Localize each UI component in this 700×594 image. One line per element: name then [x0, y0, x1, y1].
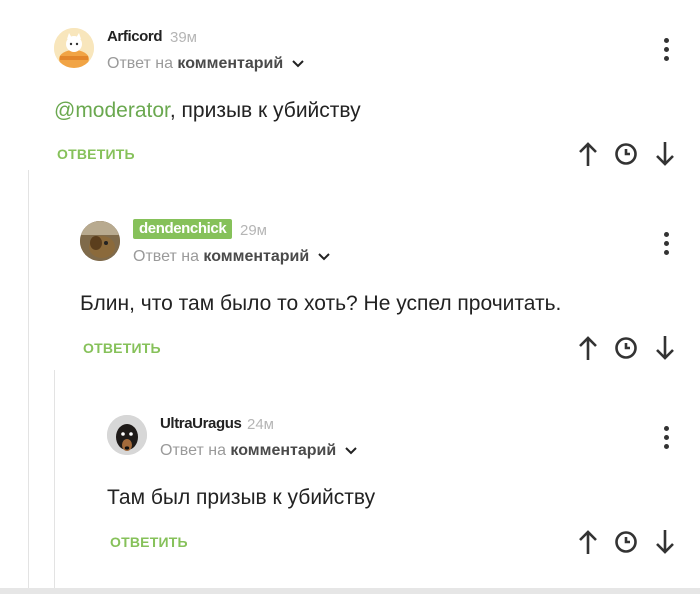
comment-text: Там был призыв к убийству — [107, 486, 376, 509]
reply-to-target[interactable]: комментарий — [230, 442, 336, 459]
avatar[interactable] — [107, 415, 147, 455]
author-name[interactable]: Arficord — [107, 28, 163, 46]
reply-to-prefix: Ответ на — [133, 248, 199, 265]
chevron-down-icon[interactable] — [344, 447, 357, 455]
arrow-down-icon[interactable] — [655, 529, 675, 555]
cat-cartoon-avatar-icon — [54, 28, 94, 68]
avatar[interactable] — [80, 221, 120, 261]
reply-to-prefix: Ответ на — [160, 442, 226, 459]
reply-to[interactable]: Ответ на комментарий — [133, 247, 330, 267]
arrow-up-icon[interactable] — [578, 529, 598, 555]
comment: dendenchick 29м Ответ на комментарий Бли… — [80, 219, 700, 371]
reply-button[interactable]: ОТВЕТИТЬ — [110, 534, 188, 550]
more-options-icon[interactable] — [656, 36, 676, 64]
reply-to[interactable]: Ответ на комментарий — [160, 441, 357, 461]
arrow-down-icon[interactable] — [655, 335, 675, 361]
comment: Arficord 39м Ответ на комментарий @moder… — [54, 28, 700, 178]
author-name[interactable]: dendenchick — [133, 219, 233, 239]
timestamp: 29м — [240, 222, 267, 239]
dog-photo-avatar-icon — [80, 221, 120, 261]
reply-to-prefix: Ответ на — [107, 55, 173, 72]
clock-icon[interactable] — [614, 336, 638, 360]
chevron-down-icon[interactable] — [291, 60, 304, 68]
reply-to-target[interactable]: комментарий — [203, 248, 309, 265]
mention-link[interactable]: @moderator — [54, 99, 170, 122]
arrow-down-icon[interactable] — [655, 141, 675, 167]
comment-body: , призыв к убийству — [169, 99, 361, 122]
dachshund-photo-avatar-icon — [107, 415, 147, 455]
bottom-divider — [0, 588, 700, 594]
reply-to[interactable]: Ответ на комментарий — [107, 54, 304, 74]
author-name[interactable]: UltraUragus — [160, 415, 242, 433]
comment-text: @moderator, призыв к убийству — [54, 98, 361, 124]
clock-icon[interactable] — [614, 530, 638, 554]
thread-line — [54, 370, 55, 594]
arrow-up-icon[interactable] — [578, 335, 598, 361]
arrow-up-icon[interactable] — [578, 141, 598, 167]
clock-icon[interactable] — [614, 142, 638, 166]
reply-to-target[interactable]: комментарий — [177, 55, 283, 72]
timestamp: 39м — [170, 29, 197, 46]
reply-button[interactable]: ОТВЕТИТЬ — [57, 146, 135, 162]
chevron-down-icon[interactable] — [317, 253, 330, 261]
comment-text: Блин, что там было то хоть? Не успел про… — [80, 292, 562, 315]
timestamp: 24м — [247, 416, 274, 433]
comment: UltraUragus 24м Ответ на комментарий Там… — [107, 415, 700, 565]
avatar[interactable] — [54, 28, 94, 68]
thread-line — [28, 170, 29, 594]
more-options-icon[interactable] — [656, 424, 676, 452]
more-options-icon[interactable] — [656, 230, 676, 258]
reply-button[interactable]: ОТВЕТИТЬ — [83, 340, 161, 356]
